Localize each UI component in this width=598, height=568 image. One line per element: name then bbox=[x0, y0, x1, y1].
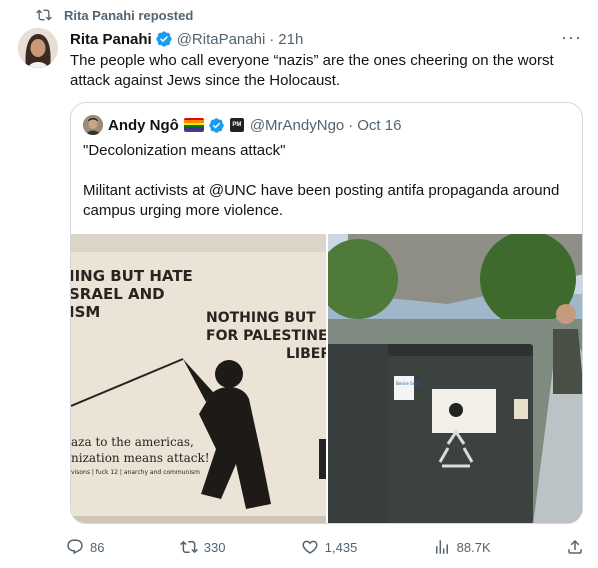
poster-line-4: NOTHING BUT bbox=[206, 310, 316, 326]
action-bar: 86 330 1,435 88.7K bbox=[66, 536, 584, 558]
repost-count: 330 bbox=[203, 539, 226, 555]
author-handle[interactable]: @RitaPanahi bbox=[177, 31, 266, 48]
poster-image: IING BUT HATE SRAEL AND ISM NOTHING BUT … bbox=[71, 234, 326, 523]
poster-line-3: ISM bbox=[71, 303, 100, 321]
quote-author-handle: @MrAndyNgo bbox=[249, 116, 345, 134]
share-button[interactable] bbox=[566, 538, 584, 556]
view-count: 88.7K bbox=[456, 539, 491, 555]
quote-text: "Decolonization means attack" Militant a… bbox=[83, 142, 560, 219]
poster-line-9: visons | fuck 12 | anarchy and communism bbox=[71, 469, 200, 476]
media-grid: IING BUT HATE SRAEL AND ISM NOTHING BUT … bbox=[71, 234, 582, 523]
repost-button[interactable]: 330 bbox=[179, 538, 226, 556]
poster-line-8: nization means attack! bbox=[71, 451, 210, 465]
avatar-image bbox=[18, 28, 58, 68]
rainbow-flag-icon bbox=[183, 118, 204, 132]
quote-avatar-image bbox=[83, 115, 103, 135]
poster-line-7: aza to the americas, bbox=[71, 435, 194, 449]
poster-line-2: SRAEL AND bbox=[71, 285, 165, 303]
bins-photo[interactable]: Bernie Seats bbox=[328, 234, 582, 523]
bins-image: Bernie Seats bbox=[328, 234, 582, 523]
repost-icon bbox=[179, 540, 198, 554]
heart-icon bbox=[302, 540, 318, 554]
tweet-header: Rita Panahi @RitaPanahi · 21h ··· bbox=[70, 28, 582, 50]
like-count: 1,435 bbox=[324, 539, 358, 555]
quote-header: Andy Ngô PM @MrAndyNgo · Oct 16 bbox=[83, 115, 401, 135]
separator: · bbox=[269, 30, 275, 48]
repost-icon bbox=[36, 9, 52, 21]
tweet-time[interactable]: 21h bbox=[278, 31, 303, 48]
quoted-tweet[interactable]: Andy Ngô PM @MrAndyNgo · Oct 16 "Decolon… bbox=[70, 102, 583, 524]
reply-icon bbox=[67, 539, 83, 555]
quote-author-name: Andy Ngô bbox=[108, 116, 179, 134]
tweet-text: The people who call everyone “nazis” are… bbox=[70, 52, 554, 89]
poster-line-1: IING BUT HATE bbox=[71, 267, 193, 285]
views-button[interactable]: 88.7K bbox=[433, 538, 491, 556]
repost-label: Rita Panahi reposted bbox=[64, 7, 194, 23]
author-name[interactable]: Rita Panahi bbox=[70, 31, 152, 48]
like-button[interactable]: 1,435 bbox=[301, 538, 358, 556]
verified-badge-icon bbox=[209, 117, 224, 133]
quote-date: Oct 16 bbox=[357, 116, 402, 134]
poster-photo[interactable]: IING BUT HATE SRAEL AND ISM NOTHING BUT … bbox=[71, 234, 326, 523]
poster-line-5: FOR PALESTINE bbox=[206, 328, 326, 344]
poster-line-6: LIBERA bbox=[286, 346, 326, 362]
more-icon[interactable]: ··· bbox=[561, 28, 582, 46]
affiliate-badge-icon: PM bbox=[229, 118, 244, 132]
reply-button[interactable]: 86 bbox=[66, 538, 104, 556]
repost-indicator[interactable]: Rita Panahi reposted bbox=[36, 7, 193, 23]
reply-count: 86 bbox=[90, 539, 105, 555]
avatar[interactable] bbox=[18, 28, 58, 68]
verified-badge-icon bbox=[156, 31, 172, 47]
quote-avatar bbox=[83, 115, 103, 135]
share-icon bbox=[568, 539, 582, 554]
sticker-label: Bernie Seats bbox=[396, 381, 421, 386]
analytics-icon bbox=[435, 540, 448, 554]
separator: · bbox=[348, 116, 354, 134]
